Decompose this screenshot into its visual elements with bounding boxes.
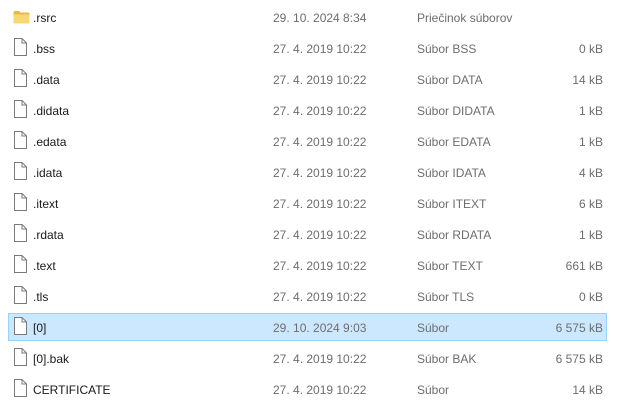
file-modified-date: 27. 4. 2019 10:22 <box>273 383 367 397</box>
file-icon <box>13 38 29 58</box>
file-type: Súbor TEXT <box>417 259 483 273</box>
file-row-9[interactable]: .tls 27. 4. 2019 10:22 Súbor TLS 0 kB <box>0 282 619 313</box>
file-icon <box>13 100 29 120</box>
file-type: Súbor <box>417 321 450 335</box>
file-icon <box>13 193 29 213</box>
file-name: .rsrc <box>33 11 57 25</box>
file-type: Súbor BAK <box>417 352 477 366</box>
file-size: 0 kB <box>578 42 603 56</box>
file-type: Súbor ITEXT <box>417 197 487 211</box>
file-name: [0].bak <box>33 352 70 366</box>
file-modified-date: 27. 4. 2019 10:22 <box>273 290 367 304</box>
file-icon <box>13 317 29 337</box>
file-row-6[interactable]: .itext 27. 4. 2019 10:22 Súbor ITEXT 6 k… <box>0 189 619 220</box>
file-icon <box>13 162 29 182</box>
file-type: Súbor DIDATA <box>417 104 495 118</box>
file-name: .idata <box>33 166 63 180</box>
file-name: .edata <box>33 135 67 149</box>
file-size: 4 kB <box>578 166 603 180</box>
file-type: Súbor <box>417 383 450 397</box>
file-row-7[interactable]: .rdata 27. 4. 2019 10:22 Súbor RDATA 1 k… <box>0 220 619 251</box>
file-name: [0] <box>33 321 47 335</box>
file-name: .itext <box>33 197 59 211</box>
file-icon <box>13 255 29 275</box>
file-row-11[interactable]: [0].bak 27. 4. 2019 10:22 Súbor BAK 6 57… <box>0 344 619 375</box>
file-name: .data <box>33 73 60 87</box>
file-size: 6 575 kB <box>555 321 603 335</box>
file-size: 14 kB <box>572 73 603 87</box>
file-name: .bss <box>33 42 56 56</box>
file-icon <box>13 69 29 89</box>
file-size: 1 kB <box>578 104 603 118</box>
file-size: 14 kB <box>572 383 603 397</box>
file-name: CERTIFICATE <box>33 383 111 397</box>
file-type: Súbor IDATA <box>417 166 486 180</box>
file-name: .didata <box>33 104 70 118</box>
file-modified-date: 27. 4. 2019 10:22 <box>273 42 367 56</box>
file-name: .text <box>33 259 56 273</box>
folder-icon <box>13 7 30 27</box>
file-row-12[interactable]: CERTIFICATE 27. 4. 2019 10:22 Súbor 14 k… <box>0 375 619 406</box>
file-row-8[interactable]: .text 27. 4. 2019 10:22 Súbor TEXT 661 k… <box>0 251 619 282</box>
file-row-4[interactable]: .edata 27. 4. 2019 10:22 Súbor EDATA 1 k… <box>0 127 619 158</box>
file-modified-date: 27. 4. 2019 10:22 <box>273 135 367 149</box>
file-size: 0 kB <box>578 290 603 304</box>
file-size: 1 kB <box>578 228 603 242</box>
file-icon <box>13 286 29 306</box>
file-row-1[interactable]: .bss 27. 4. 2019 10:22 Súbor BSS 0 kB <box>0 34 619 65</box>
file-modified-date: 27. 4. 2019 10:22 <box>273 352 367 366</box>
file-modified-date: 27. 4. 2019 10:22 <box>273 259 367 273</box>
file-modified-date: 29. 10. 2024 8:34 <box>273 11 367 25</box>
file-modified-date: 27. 4. 2019 10:22 <box>273 197 367 211</box>
file-row-10[interactable]: [0] 29. 10. 2024 9:03 Súbor 6 575 kB <box>0 313 619 344</box>
file-icon <box>13 348 29 368</box>
file-row-0[interactable]: .rsrc 29. 10. 2024 8:34 Priečinok súboro… <box>0 3 619 34</box>
file-icon <box>13 224 29 244</box>
file-list: .rsrc 29. 10. 2024 8:34 Priečinok súboro… <box>0 3 619 406</box>
file-name: .tls <box>33 290 49 304</box>
file-size: 661 kB <box>565 259 603 273</box>
file-type: Súbor BSS <box>417 42 477 56</box>
file-type: Súbor DATA <box>417 73 483 87</box>
file-type: Súbor RDATA <box>417 228 492 242</box>
file-modified-date: 27. 4. 2019 10:22 <box>273 166 367 180</box>
file-type: Priečinok súborov <box>417 11 513 25</box>
file-icon <box>13 131 29 151</box>
file-type: Súbor TLS <box>417 290 475 304</box>
file-size: 6 575 kB <box>555 352 603 366</box>
file-icon <box>13 379 29 399</box>
file-row-5[interactable]: .idata 27. 4. 2019 10:22 Súbor IDATA 4 k… <box>0 158 619 189</box>
file-modified-date: 27. 4. 2019 10:22 <box>273 104 367 118</box>
file-size: 6 kB <box>578 197 603 211</box>
file-row-3[interactable]: .didata 27. 4. 2019 10:22 Súbor DIDATA 1… <box>0 96 619 127</box>
file-row-2[interactable]: .data 27. 4. 2019 10:22 Súbor DATA 14 kB <box>0 65 619 96</box>
file-modified-date: 29. 10. 2024 9:03 <box>273 321 367 335</box>
file-type: Súbor EDATA <box>417 135 491 149</box>
file-size: 1 kB <box>578 135 603 149</box>
file-modified-date: 27. 4. 2019 10:22 <box>273 73 367 87</box>
file-modified-date: 27. 4. 2019 10:22 <box>273 228 367 242</box>
file-name: .rdata <box>33 228 64 242</box>
